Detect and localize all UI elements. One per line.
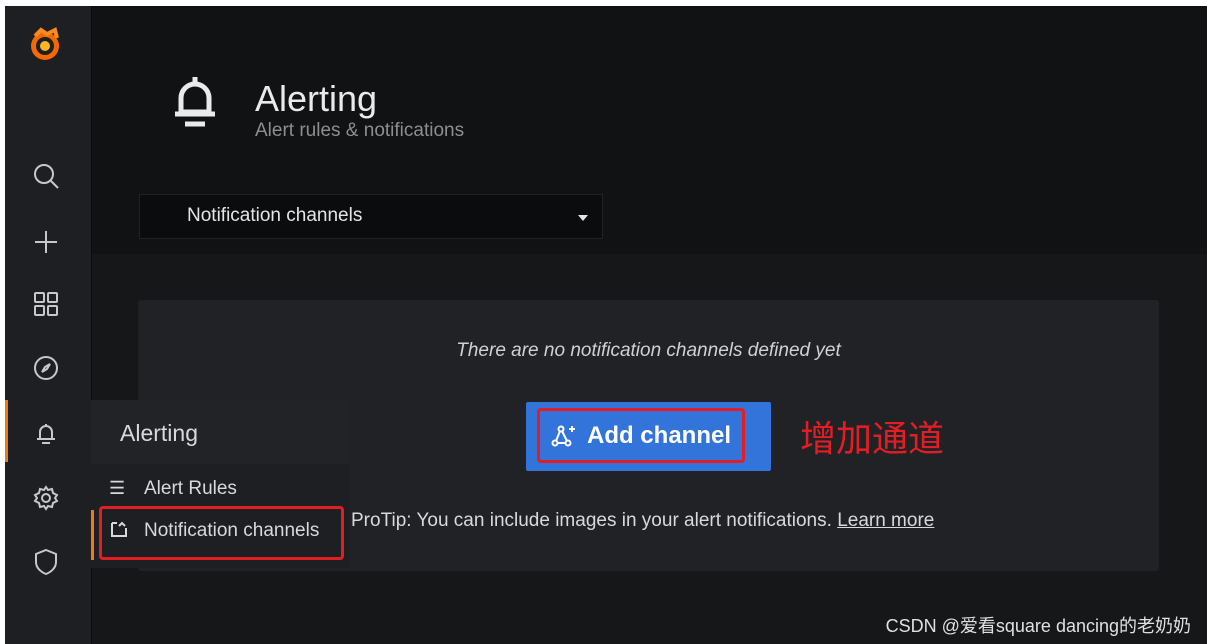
annotation-highlight <box>99 506 344 560</box>
plus-icon[interactable] <box>28 224 64 260</box>
page-header: Alerting Alert rules & notifications Not… <box>92 6 1207 254</box>
dashboards-icon[interactable] <box>28 286 64 322</box>
submenu-title[interactable]: Alerting <box>91 400 349 464</box>
alerting-submenu: Alerting ☰ Alert Rules Notification chan… <box>91 400 349 568</box>
protip: ProTip: You can include images in your a… <box>351 510 934 532</box>
active-indicator <box>91 510 94 560</box>
add-channel-button[interactable]: Add channel <box>526 402 771 471</box>
bell-icon <box>172 74 218 135</box>
caret-down-icon <box>578 215 588 221</box>
annotation-text: 增加通道 <box>800 418 945 459</box>
search-icon[interactable] <box>28 158 64 194</box>
submenu-title-label: Alerting <box>120 420 198 446</box>
select-value: Notification channels <box>187 205 363 226</box>
submenu-item-label: Alert Rules <box>144 478 237 499</box>
learn-more-link[interactable]: Learn more <box>837 510 934 531</box>
add-channel-highlight: Add channel <box>537 408 745 463</box>
add-channel-label: Add channel <box>586 421 731 449</box>
list-icon: ☰ <box>109 478 126 498</box>
protip-text: ProTip: You can include images in your a… <box>351 510 838 531</box>
gear-icon[interactable] <box>28 480 64 516</box>
sidebar <box>5 6 92 644</box>
explore-icon[interactable] <box>28 350 64 386</box>
grafana-logo[interactable] <box>25 24 65 64</box>
page-subtitle: Alert rules & notifications <box>255 120 465 141</box>
submenu-item-alert-rules[interactable]: ☰ Alert Rules <box>91 468 349 510</box>
page-title: Alerting <box>255 78 378 119</box>
active-indicator <box>5 400 8 462</box>
shield-icon[interactable] <box>28 544 64 580</box>
watermark: CSDN @爱看square dancing的老奶奶 <box>885 616 1191 636</box>
empty-message: There are no notification channels defin… <box>456 340 841 361</box>
bell-icon[interactable] <box>28 416 64 452</box>
page-nav-select[interactable]: Notification channels <box>139 194 603 239</box>
channel-add-icon <box>551 425 575 446</box>
